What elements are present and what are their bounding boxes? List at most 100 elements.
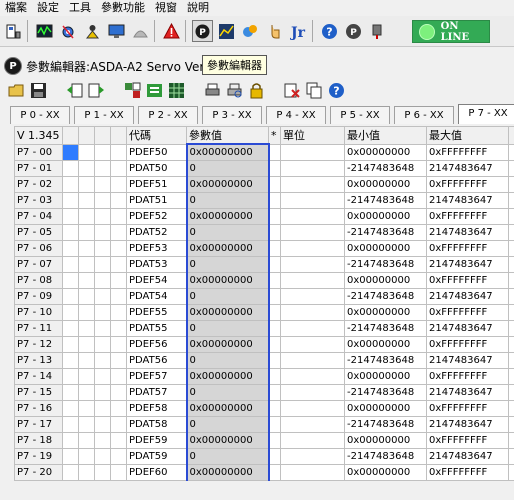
copy-icon[interactable] <box>305 81 324 100</box>
flag-cell[interactable] <box>78 383 95 401</box>
flag-cell[interactable] <box>110 431 127 449</box>
menu-help[interactable]: 說明 <box>182 0 214 16</box>
print-preview-icon[interactable] <box>225 81 244 100</box>
table-row[interactable]: P7 - 16 PDEF58 0x00000000 0x00000000 0xFFFFF… <box>14 399 514 417</box>
flag-cell[interactable] <box>94 255 111 273</box>
flag-cell[interactable] <box>62 367 79 385</box>
flag-cell[interactable] <box>62 399 79 417</box>
value-cell[interactable]: 0x00000000 <box>185 207 270 225</box>
value-cell[interactable]: 0x00000000 <box>185 143 270 161</box>
table-row[interactable]: P7 - 01 PDAT50 0 -2147483648 2147483647 <box>14 159 514 177</box>
tab-p1[interactable]: P 1 - XX <box>74 106 134 124</box>
table-row[interactable]: P7 - 18 PDEF59 0x00000000 0x00000000 0xFFFFF… <box>14 431 514 449</box>
help-icon[interactable]: ? <box>319 20 340 42</box>
flag-cell[interactable] <box>94 239 111 257</box>
io-icon[interactable] <box>240 20 261 42</box>
table-row[interactable]: P7 - 05 PDAT52 0 -2147483648 2147483647 <box>14 223 514 241</box>
table-row[interactable]: P7 - 00 PDEF50 0x00000000 0x00000000 0xFFFFF… <box>14 143 514 161</box>
flag-cell[interactable] <box>78 239 95 257</box>
flag-cell[interactable] <box>110 175 127 193</box>
min-column-header[interactable]: 最小值 <box>344 126 427 145</box>
settings-icon[interactable] <box>58 20 79 42</box>
menu-window[interactable]: 視窗 <box>150 0 182 16</box>
value-cell[interactable]: 0x00000000 <box>185 175 270 193</box>
flag-cell[interactable] <box>110 319 127 337</box>
value-cell[interactable]: 0x00000000 <box>185 271 270 289</box>
value-cell[interactable]: 0 <box>185 223 270 241</box>
flag-cell[interactable] <box>110 303 127 321</box>
flag-cell[interactable] <box>78 287 95 305</box>
oscilloscope-icon[interactable] <box>34 20 55 42</box>
menu-settings[interactable]: 設定 <box>32 0 64 16</box>
value-cell[interactable]: 0x00000000 <box>185 303 270 321</box>
flag-cell[interactable] <box>94 351 111 369</box>
flag-cell[interactable] <box>78 223 95 241</box>
flag-cell[interactable] <box>78 431 95 449</box>
flag-cell[interactable] <box>62 463 79 481</box>
value-cell[interactable]: 0x00000000 <box>185 239 270 257</box>
max-column-header[interactable]: 最大值 <box>426 126 509 145</box>
flag-cell[interactable] <box>94 415 111 433</box>
tool-icon[interactable] <box>367 20 388 42</box>
table-row[interactable]: P7 - 15 PDAT57 0 -2147483648 2147483647 <box>14 383 514 401</box>
flag-cell[interactable] <box>110 271 127 289</box>
flag-cell[interactable] <box>110 287 127 305</box>
flag-cell[interactable] <box>62 319 79 337</box>
flag-cell[interactable] <box>110 367 127 385</box>
chart-icon[interactable] <box>216 20 237 42</box>
tuning-icon[interactable]: Jr <box>288 20 309 42</box>
read-parameters-icon[interactable] <box>65 81 84 100</box>
flag-cell[interactable] <box>78 303 95 321</box>
value-cell[interactable]: 0 <box>185 351 270 369</box>
table-row[interactable]: P7 - 08 PDEF54 0x00000000 0x00000000 0xFFFFF… <box>14 271 514 289</box>
flag-cell[interactable] <box>94 303 111 321</box>
flag-cell[interactable] <box>94 159 111 177</box>
flag-cell[interactable] <box>78 367 95 385</box>
value-cell[interactable]: 0 <box>185 255 270 273</box>
flag-cell[interactable] <box>78 335 95 353</box>
unit-column-header[interactable]: 單位 <box>280 126 345 145</box>
value-cell[interactable]: 0x00000000 <box>185 431 270 449</box>
flag-cell[interactable] <box>110 415 127 433</box>
info-icon[interactable]: P <box>343 20 364 42</box>
flag-cell[interactable] <box>78 175 95 193</box>
table-row[interactable]: P7 - 07 PDAT53 0 -2147483648 2147483647 <box>14 255 514 273</box>
flag-cell[interactable] <box>94 175 111 193</box>
table-row[interactable]: P7 - 09 PDAT54 0 -2147483648 2147483647 <box>14 287 514 305</box>
flag-cell[interactable] <box>110 159 127 177</box>
value-cell[interactable]: 0 <box>185 415 270 433</box>
flag-cell[interactable] <box>78 207 95 225</box>
table-row[interactable]: P7 - 11 PDAT55 0 -2147483648 2147483647 <box>14 319 514 337</box>
open-folder-icon[interactable] <box>7 81 26 100</box>
flag-cell[interactable] <box>62 415 79 433</box>
flag-cell[interactable] <box>94 431 111 449</box>
flag-cell[interactable] <box>62 191 79 209</box>
flag-cell[interactable] <box>94 399 111 417</box>
flag-cell[interactable] <box>62 239 79 257</box>
value-cell[interactable]: 0 <box>185 287 270 305</box>
flag-cell[interactable] <box>94 271 111 289</box>
flag-cell[interactable] <box>78 255 95 273</box>
menu-file[interactable]: 檔案 <box>0 0 32 16</box>
flag-cell[interactable] <box>94 223 111 241</box>
jog-icon[interactable] <box>264 20 285 42</box>
flag-cell[interactable] <box>78 319 95 337</box>
value-cell[interactable]: 0x00000000 <box>185 463 270 481</box>
tab-p3[interactable]: P 3 - XX <box>202 106 262 124</box>
default-reset-icon[interactable] <box>283 81 302 100</box>
flag-cell[interactable] <box>94 335 111 353</box>
table-row[interactable]: P7 - 12 PDEF56 0x00000000 0x00000000 0xFFFFF… <box>14 335 514 353</box>
table-row[interactable]: P7 - 02 PDEF51 0x00000000 0x00000000 0xFFFFF… <box>14 175 514 193</box>
flag-cell[interactable] <box>110 351 127 369</box>
flag-cell[interactable] <box>94 143 111 161</box>
value-cell[interactable]: 0x00000000 <box>185 399 270 417</box>
value-cell[interactable]: 0 <box>185 159 270 177</box>
value-column-header[interactable]: 參數值 <box>186 126 269 145</box>
modified-column-header[interactable]: * <box>268 126 281 145</box>
table-row[interactable]: P7 - 20 PDEF60 0x00000000 0x00000000 0xFFFFF… <box>14 463 514 481</box>
flag-cell[interactable] <box>62 143 79 161</box>
flag-cell[interactable] <box>62 335 79 353</box>
blank-icon[interactable] <box>130 20 151 42</box>
flag-cell[interactable] <box>110 399 127 417</box>
write-parameters-icon[interactable] <box>87 81 106 100</box>
